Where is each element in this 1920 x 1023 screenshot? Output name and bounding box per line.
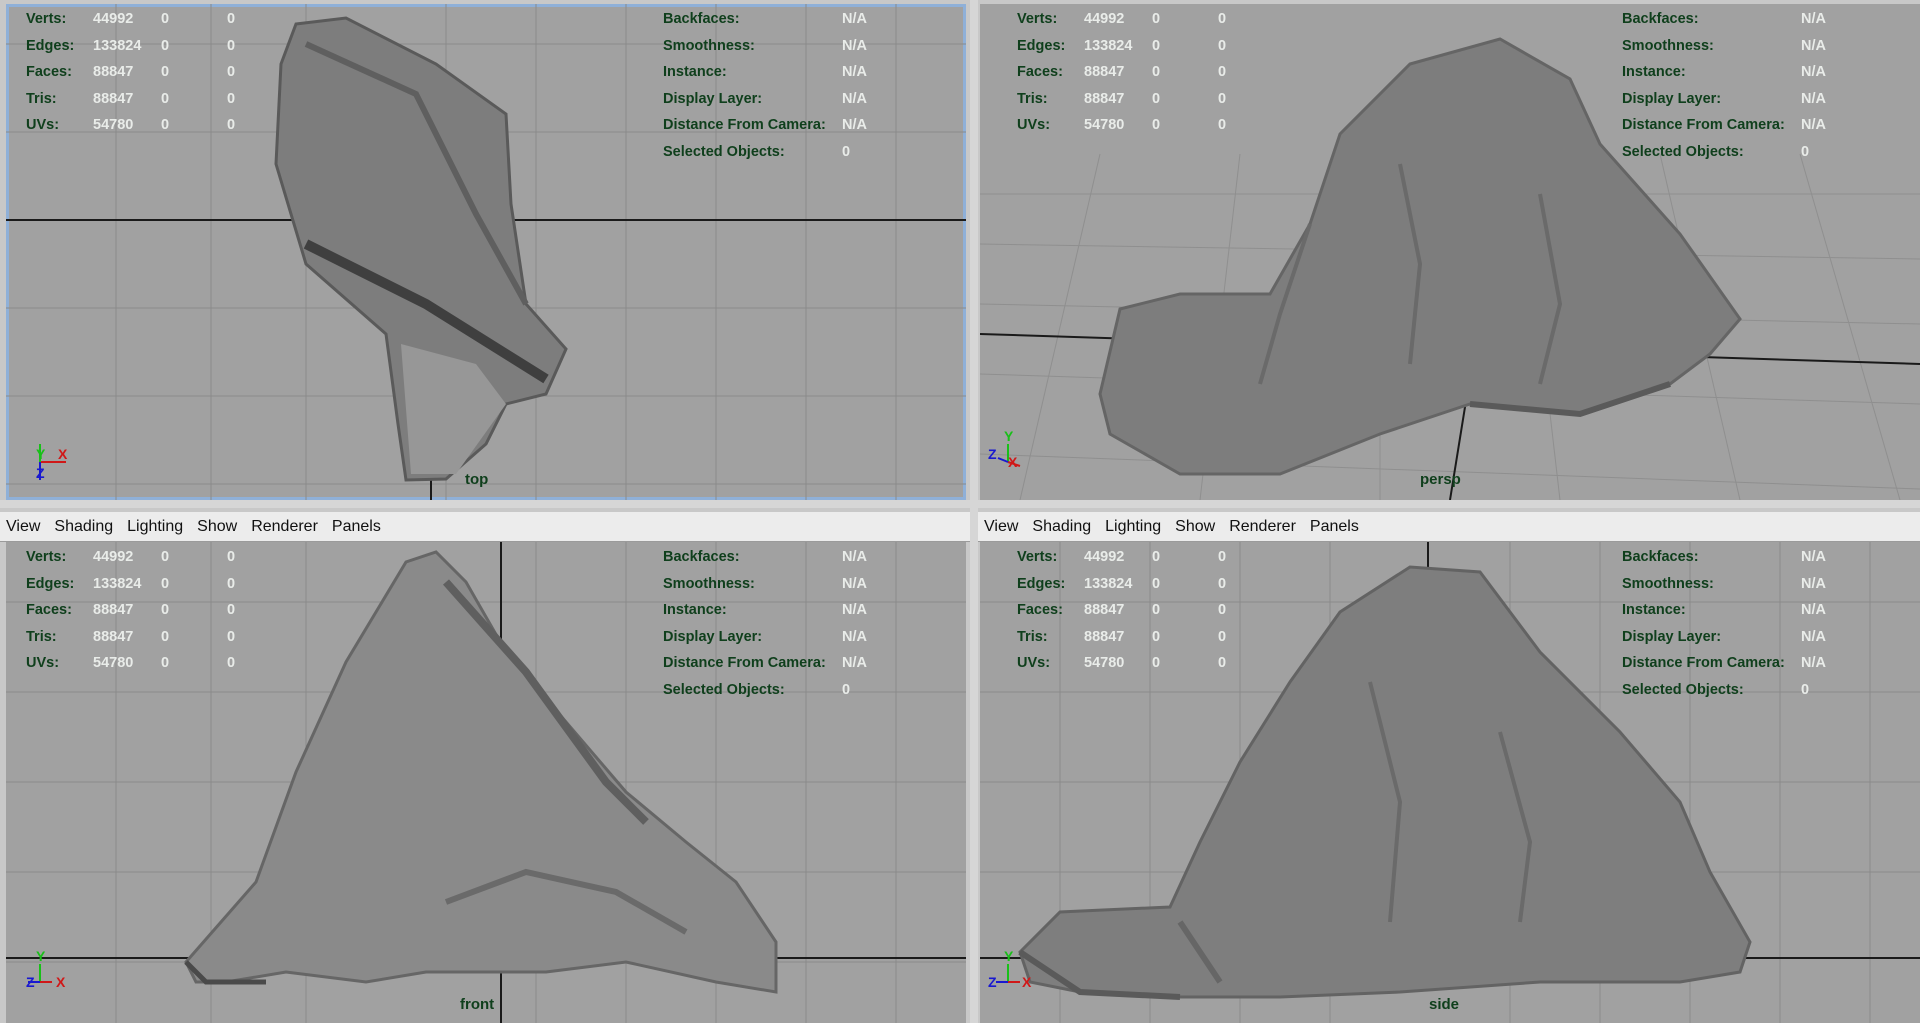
axis-label-x: X (58, 446, 68, 462)
stat-row-tris: Tris: 88847 0 0 (26, 90, 236, 107)
viewport-top[interactable]: Verts: 44992 0 0 Edges: 133824 0 0 Faces: 88847… (6, 4, 966, 500)
viewport-persp[interactable]: Verts: 44992 0 0 Edges: 133824 0 0 Faces: 88847… (980, 4, 1920, 500)
axis-gizmo-side (996, 964, 1020, 983)
info-hud: Backfaces: N/A Smoothness: N/A Instance: N/… (1622, 11, 1826, 160)
axis-label-y: Y (36, 446, 46, 462)
stat-row-verts: Verts: 44992 0 0 (26, 11, 236, 27)
axis-label-y: Y (1004, 428, 1014, 444)
viewport-front[interactable]: Verts: 44992 0 0 Edges: 133824 0 0 Faces: 88847… (6, 542, 966, 1023)
camera-name-top: top (465, 471, 489, 488)
axis-label-x: X (56, 974, 66, 990)
panel-persp-view: Verts: 44992 0 0 Edges: 133824 0 0 Faces: 88847… (978, 0, 1920, 500)
panel-divider-vertical[interactable] (970, 0, 978, 1023)
menu-show[interactable]: Show (197, 518, 237, 536)
menu-view[interactable]: View (984, 518, 1018, 536)
menu-renderer[interactable]: Renderer (251, 518, 318, 536)
menu-panels[interactable]: Panels (332, 518, 381, 536)
panel-side-view: View Shading Lighting Show Renderer Pane… (978, 508, 1920, 1023)
stats-hud: Verts: 44992 0 0 Edges: 133824 0 0 Faces: 88847… (1017, 11, 1227, 133)
axis-label-z: Z (988, 446, 997, 462)
stat-row-faces: Faces: 88847 0 0 (26, 64, 236, 80)
menu-view[interactable]: View (6, 518, 40, 536)
axis-label-z: Z (36, 465, 45, 481)
info-hud: Backfaces: N/A Smoothness: N/A Instance: N/… (663, 11, 867, 160)
viewport-menubar: View Shading Lighting Show Renderer Pane… (0, 512, 970, 542)
camera-name-front: front (460, 996, 495, 1013)
menu-renderer[interactable]: Renderer (1229, 518, 1296, 536)
viewport-menubar: View Shading Lighting Show Renderer Pane… (978, 512, 1920, 542)
stat-row-edges: Edges: 133824 0 0 (26, 37, 236, 54)
stats-hud: Verts: 44992 0 0 Edges: 133824 0 0 Faces: 88847… (26, 6, 247, 139)
axis-label-y: Y (1004, 948, 1014, 964)
panel-front-view: View Shading Lighting Show Renderer Pane… (0, 508, 970, 1023)
menu-shading[interactable]: Shading (1032, 518, 1091, 536)
menu-shading[interactable]: Shading (54, 518, 113, 536)
stats-hud: Verts: 44992 0 0 Edges: 133824 0 0 Faces: 88847… (26, 549, 236, 671)
axis-label-z: Z (26, 974, 35, 990)
axis-label-x: X (1008, 454, 1018, 470)
axis-label-x: X (1022, 974, 1032, 990)
stats-hud: Verts: 44992 0 0 Edges: 133824 0 0 Faces: 88847… (1017, 549, 1227, 671)
stat-row-uvs: UVs: 54780 0 0 (26, 117, 236, 133)
menu-lighting[interactable]: Lighting (1105, 518, 1161, 536)
info-hud: Backfaces: N/A Smoothness: N/A Instance: N/… (1622, 549, 1826, 698)
camera-name-persp: persp (1420, 471, 1461, 488)
panel-top-view: Verts: 44992 0 0 Edges: 133824 0 0 Faces: 88847… (0, 0, 970, 500)
menu-show[interactable]: Show (1175, 518, 1215, 536)
info-hud: Backfaces: N/A Smoothness: N/A Instance: N/… (663, 549, 867, 698)
camera-name-side: side (1429, 996, 1460, 1013)
menu-lighting[interactable]: Lighting (127, 518, 183, 536)
viewport-side[interactable]: Verts: 44992 0 0 Edges: 133824 0 0 Faces: 88847… (980, 542, 1920, 1023)
axis-label-z: Z (988, 974, 997, 990)
panel-divider-horizontal[interactable] (0, 500, 1920, 508)
axis-label-y: Y (36, 948, 46, 964)
menu-panels[interactable]: Panels (1310, 518, 1359, 536)
